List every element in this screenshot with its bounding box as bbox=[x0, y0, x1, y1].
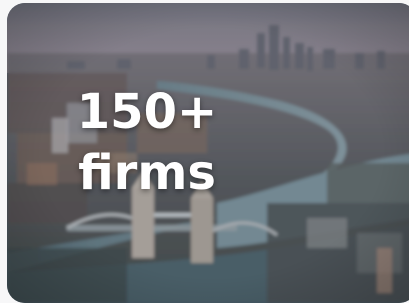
stat-card[interactable]: 150+ firms bbox=[7, 3, 409, 303]
stat-label: firms bbox=[78, 145, 216, 201]
stat-value: 150+ bbox=[76, 84, 218, 140]
